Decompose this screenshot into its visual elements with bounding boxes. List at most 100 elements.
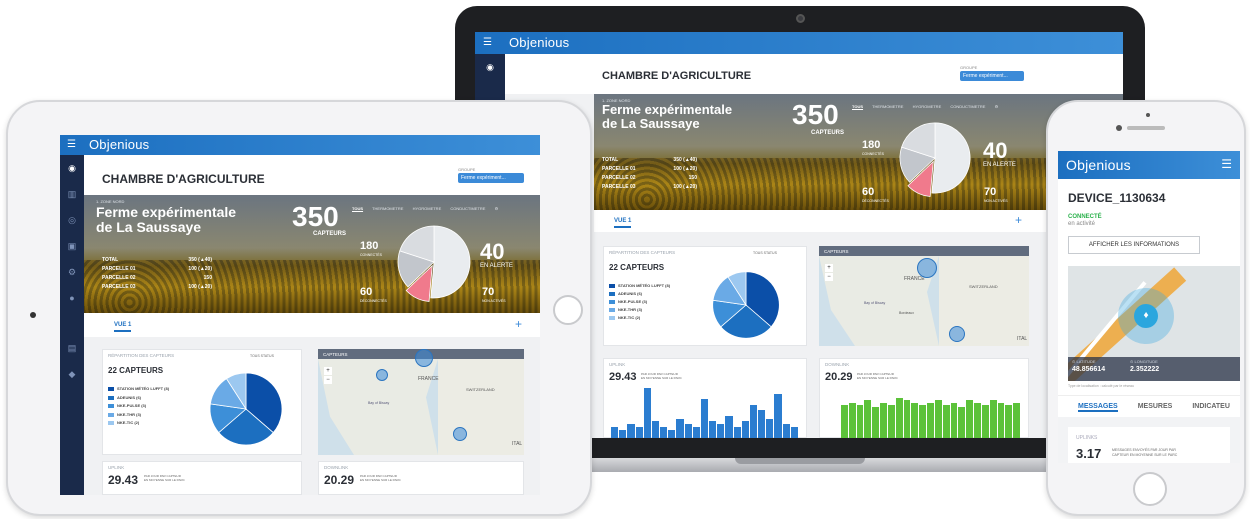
legend-swatch [108, 412, 114, 417]
map-label-italy: ITAL [1017, 336, 1028, 342]
tab-tous[interactable]: TOUS [852, 104, 863, 109]
groupe-select[interactable]: Ferme expériment... [960, 71, 1024, 81]
gear-icon[interactable]: ⚙ [68, 267, 76, 278]
tab-thermometre[interactable]: THERMOMETRE [872, 104, 903, 109]
legend-item: STATION MÉTÉO LUFFT (8) [108, 385, 169, 394]
laptop-camera [796, 14, 805, 23]
tab-thermometre[interactable]: THERMOMETRE [372, 206, 403, 211]
non-actives-label: NON ACTIVÉS [482, 299, 506, 303]
downlink-subtitle-line: EN MOYENNE SUR LE PARC [360, 477, 401, 482]
total-row-label: PARCELLE 01 [102, 266, 136, 272]
repartition-title: RÉPARTITION DES CAPTEURS [609, 250, 676, 255]
sensor-tabs: TOUS THERMOMETRE HYGROMETRE CONDUCTIMETR… [352, 206, 506, 211]
tab-vue-1[interactable]: VUE 1 [114, 322, 132, 332]
downlink-subtitle: PAR JOUR PAR CAPTEUR EN MOYENNE SUR LE PA… [360, 474, 401, 482]
show-info-button[interactable]: AFFICHER LES INFORMATIONS [1068, 236, 1200, 254]
bar [919, 405, 927, 438]
target-icon[interactable]: ◎ [68, 215, 76, 226]
uplink-subtitle: PAR JOUR PAR CAPTEUR EN MOYENNE SUR LE PA… [641, 372, 682, 380]
menu-icon[interactable]: ☰ [483, 37, 492, 48]
tab-hygrometre[interactable]: HYGROMETRE [413, 206, 442, 211]
bar [903, 400, 911, 438]
connectes-value: 180 [862, 139, 881, 151]
sensor-legend: STATION MÉTÉO LUFFT (8) ADEUNIS (6) NKE-… [108, 385, 169, 428]
site-name-line2: de La Saussaye [96, 219, 202, 236]
uplinks-subtitle-line: MESSAGES ENVOYÉS PAR JOUR PAR [1112, 448, 1176, 452]
menu-icon[interactable]: ☰ [1221, 157, 1232, 171]
bar [741, 421, 749, 438]
tablet-camera [30, 312, 36, 318]
tab-vue-1[interactable]: VUE 1 [614, 218, 632, 228]
alerte-value: 40 [480, 239, 505, 264]
map-cluster[interactable] [376, 369, 388, 381]
map-label-bordeaux: Bordeaux [899, 311, 914, 315]
settings-icon[interactable]: ⚙ [995, 104, 999, 109]
longitude-value: 2.352222 [1130, 366, 1160, 373]
bar [709, 421, 717, 438]
legend-label: ADEUNIS (6) [618, 291, 643, 296]
legend-swatch [609, 284, 615, 288]
menu-icon[interactable]: ☰ [67, 139, 76, 150]
user-icon[interactable]: ● [69, 293, 74, 303]
tab-conductimetre[interactable]: CONDUCTIMETRE [450, 206, 485, 211]
tab-indicateurs[interactable]: INDICATEU [1192, 403, 1230, 412]
map-cluster[interactable] [917, 258, 937, 278]
page-header [505, 54, 1123, 94]
add-view-button[interactable]: + [515, 317, 522, 331]
tablet-home-button[interactable] [553, 295, 583, 325]
repartition-filter[interactable]: TOUS STATUS [753, 251, 777, 255]
bar [841, 405, 848, 438]
chat-icon[interactable]: ◆ [69, 369, 76, 380]
phone-screen: Objenious ☰ DEVICE_1130634 CONNECTÉ en a… [1058, 151, 1240, 463]
tab-conductimetre[interactable]: CONDUCTIMETRE [950, 104, 985, 109]
bar [684, 424, 692, 438]
devices-icon[interactable]: ▣ [68, 241, 77, 252]
divider [1058, 395, 1240, 396]
tab-mesures[interactable]: MESURES [1138, 403, 1173, 412]
phone-speaker [1127, 126, 1165, 130]
legend-item: NKE-THR (3) [609, 306, 670, 314]
phone-home-button[interactable] [1133, 472, 1167, 506]
tab-hygrometre[interactable]: HYGROMETRE [913, 104, 942, 109]
stats-icon[interactable]: ▥ [68, 189, 77, 200]
total-row: PARCELLE 03 100 (▲20) [102, 283, 212, 292]
bar [950, 402, 958, 438]
total-row: PARCELLE 03 100 (▲20) [602, 183, 697, 192]
app-topbar: ☰ Objenious [475, 32, 1123, 54]
zoom-in-button[interactable]: + [324, 367, 332, 375]
groupe-select[interactable]: Ferme expériment... [458, 173, 524, 183]
tab-tous[interactable]: TOUS [352, 206, 363, 211]
location-pin-icon[interactable]: ♦ [1134, 304, 1158, 328]
total-row-value: 100 (▲20) [188, 284, 212, 290]
map-label-switzerland: SWITZERLAND [466, 387, 495, 392]
map-label-bay: Bay of Biscay [368, 401, 390, 405]
zoom-in-button[interactable]: + [825, 264, 833, 272]
map-cluster[interactable] [415, 349, 433, 367]
legend-item: ADEUNIS (6) [108, 394, 169, 403]
document-icon[interactable]: ▤ [68, 343, 77, 354]
site-name-line1: Ferme expérimentale [602, 102, 733, 117]
legend-label: NKE-THR (3) [618, 307, 642, 312]
groupe-label: GROUPE [458, 167, 476, 172]
zoom-out-button[interactable]: − [825, 273, 833, 281]
tab-messages[interactable]: MESSAGES [1078, 403, 1118, 412]
legend-label: NKE-TIC (2) [117, 420, 140, 425]
capteurs-count: 22 CAPTEURS [108, 366, 164, 375]
settings-icon[interactable]: ⚙ [495, 206, 499, 211]
total-row-value: 350 (▲40) [188, 257, 212, 263]
repartition-filter[interactable]: TOUS STATUS [250, 354, 274, 358]
bar [895, 398, 903, 438]
dashboard-icon[interactable]: ◉ [68, 163, 76, 174]
bar [749, 404, 758, 438]
zoom-out-button[interactable]: − [324, 376, 332, 384]
device-tabs: MESSAGES MESURES INDICATEU [1078, 403, 1240, 412]
total-row: PARCELLE 01 100 (▲20) [102, 265, 212, 274]
latitude-value: 48.856614 [1072, 366, 1106, 373]
add-view-button[interactable]: + [1015, 213, 1022, 227]
vue-bar [84, 313, 540, 337]
groupe-label: GROUPE [960, 65, 978, 70]
dashboard-icon[interactable]: ◉ [486, 62, 494, 73]
map-cluster[interactable] [453, 427, 467, 441]
map-cluster[interactable] [949, 326, 965, 342]
sensor-legend: STATION MÉTÉO LUFFT (8) ADEUNIS (6) NKE-… [609, 282, 670, 322]
